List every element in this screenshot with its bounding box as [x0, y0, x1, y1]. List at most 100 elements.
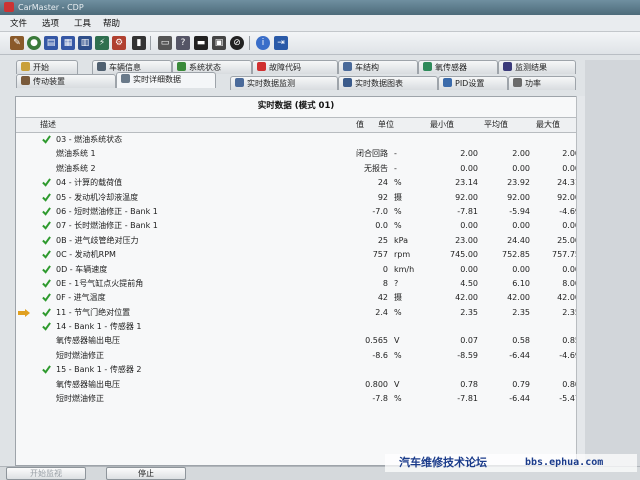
menu-tools[interactable]: 工具	[74, 17, 91, 29]
table-row[interactable]: 燃油系统 1 闭合回路 - 2.00 2.00 2.00	[16, 147, 580, 161]
live-detail-icon	[121, 74, 130, 83]
menu-file[interactable]: 文件	[10, 17, 27, 29]
table-row[interactable]: 15 - Bank 1 - 传感器 2	[16, 363, 576, 377]
row-max: 0.00	[562, 264, 580, 274]
row-min: 0.07	[460, 336, 478, 346]
tab-transmission[interactable]: 传动装置	[16, 74, 116, 88]
row-value: 无报告	[364, 163, 388, 173]
table-row[interactable]: 0F - 进气温度 42 摄 42.00 42.00 42.00	[16, 291, 580, 305]
table-row[interactable]: 14 - Bank 1 - 传感器 1	[16, 320, 576, 334]
document-icon[interactable]: ▤	[44, 36, 58, 50]
table-row[interactable]: 0D - 车辆速度 0 km/h 0.00 0.00 0.00	[16, 263, 580, 277]
row-value: -8.6	[372, 350, 388, 360]
row-unit: ?	[394, 278, 399, 288]
check-icon	[42, 293, 51, 303]
table-row[interactable]: 短时燃油修正 -8.6% -8.59 -6.44 -4.69	[16, 349, 580, 363]
row-description: 11 - 节气门绝对位置	[56, 307, 131, 317]
grid-icon[interactable]: ▥	[78, 36, 92, 50]
row-min: 0.00	[460, 264, 478, 274]
row-max: 0.80	[562, 379, 580, 389]
monitor-icon[interactable]: ▬	[194, 36, 208, 50]
table-row[interactable]: 03 - 燃油系统状态	[16, 133, 576, 147]
report-icon[interactable]: ▭	[158, 36, 172, 50]
row-min: 92.00	[455, 192, 478, 202]
tab-car-structure[interactable]: 车结构	[338, 60, 418, 74]
data-icon[interactable]: ▣	[212, 36, 226, 50]
oxygen-sensor-icon	[423, 62, 432, 71]
live-chart-icon	[343, 78, 352, 87]
tab-pid-settings[interactable]: PID设置	[438, 76, 508, 90]
row-max: 25.00	[557, 235, 580, 245]
exit-icon[interactable]: ⇥	[274, 36, 288, 50]
tab-oxygen-sensor[interactable]: 氧传感器	[418, 60, 498, 74]
stop-button[interactable]: 停止	[106, 467, 186, 480]
tab-monitor-results[interactable]: 监测结果	[498, 60, 576, 74]
menu-options[interactable]: 选项	[42, 17, 59, 29]
tab-live-chart[interactable]: 实时数据图表	[338, 76, 438, 90]
check-icon	[42, 322, 51, 331]
info-icon[interactable]: i	[256, 36, 270, 50]
row-max: 0.00	[562, 221, 580, 231]
row-value: 0.0	[375, 221, 388, 231]
row-description: 06 - 短时燃油修正 - Bank 1	[56, 206, 158, 216]
toolbar-separator	[150, 36, 151, 50]
table-row[interactable]: 07 - 长时燃油修正 - Bank 1 0.0% 0.00 0.00 0.00	[16, 219, 580, 233]
row-unit: %	[394, 350, 402, 360]
print-icon[interactable]: ▮	[132, 36, 146, 50]
live-data-panel: 实时数据 (模式 01) 描述 值 单位 最小值 平均值 最大值 03 - 燃油…	[15, 96, 580, 466]
table-row[interactable]: 氧传感器输出电压 0.800 V 0.78 0.79 0.80	[16, 378, 580, 392]
row-description: 14 - Bank 1 - 传感器 1	[56, 322, 142, 332]
tab-label: 功率	[525, 79, 541, 88]
calendar-icon[interactable]: ▦	[61, 36, 75, 50]
system-status-icon	[177, 62, 186, 71]
tab-label: 传动装置	[33, 77, 65, 86]
table-row[interactable]: 0B - 进气歧管绝对压力 25 kPa 23.00 24.40 25.00	[16, 234, 580, 248]
tab-fault-codes[interactable]: 故障代码	[252, 60, 338, 74]
row-avg: 92.00	[507, 192, 530, 202]
scrollbar[interactable]	[576, 96, 585, 464]
help-doc-icon[interactable]: ?	[176, 36, 190, 50]
row-description: 05 - 发动机冷却液温度	[56, 192, 139, 202]
window-title: CarMaster - CDP	[18, 3, 84, 12]
tools-icon[interactable]: ✎	[10, 36, 24, 50]
row-description: 氧传感器输出电压	[56, 336, 120, 346]
row-avg: 23.92	[507, 178, 530, 188]
table-row[interactable]: 氧传感器输出电压 0.565 V 0.07 0.58 0.85	[16, 334, 580, 348]
row-description: 04 - 计算的载荷值	[56, 178, 123, 188]
start-monitor-button[interactable]: 开始监视	[6, 467, 86, 480]
stop-icon[interactable]: ⊘	[230, 36, 244, 50]
row-max: 8.00	[562, 278, 580, 288]
table-row[interactable]: 短时燃油修正 -7.8% -7.81 -6.44 -5.47	[16, 392, 580, 406]
warning-icon	[257, 62, 266, 71]
tab-power[interactable]: 功率	[508, 76, 576, 90]
row-avg: 0.00	[512, 163, 530, 173]
row-description: 0C - 发动机RPM	[56, 250, 116, 260]
table-row[interactable]: 0E - 1号气缸点火提前角 8? 4.50 6.10 8.00	[16, 277, 580, 291]
row-avg: -6.44	[509, 394, 530, 404]
row-min: 23.00	[455, 235, 478, 245]
table-row[interactable]: 0C - 发动机RPM 757 rpm 745.00 752.85 757.75	[16, 248, 580, 262]
row-unit: %	[394, 394, 402, 404]
table-row[interactable]: 06 - 短时燃油修正 - Bank 1 -7.0% -7.81 -5.94 -4.69	[16, 205, 580, 219]
table-row[interactable]: 燃油系统 2 无报告 - 0.00 0.00 0.00	[16, 162, 580, 176]
settings-icon[interactable]: ⚙	[112, 36, 126, 50]
row-value: 8	[382, 278, 388, 288]
check-icon	[42, 264, 51, 274]
tab-label: 车结构	[355, 63, 379, 72]
globe-icon[interactable]: ●	[27, 36, 41, 50]
row-description: 燃油系统 1	[56, 149, 96, 159]
tab-start[interactable]: 开始	[16, 60, 78, 74]
table-row[interactable]: 05 - 发动机冷却液温度 92 摄 92.00 92.00 92.00	[16, 191, 580, 205]
tab-live-monitor[interactable]: 实时数据监测	[230, 76, 338, 90]
table-row[interactable]: 04 - 计算的载荷值 24% 23.14 23.92 24.31	[16, 176, 580, 190]
row-max: 24.31	[557, 178, 580, 188]
row-description: 0E - 1号气缸点火提前角	[56, 278, 144, 288]
table-row[interactable]: 11 - 节气门绝对位置 2.4% 2.35 2.35 2.35	[16, 306, 580, 320]
header-max: 最大值	[536, 120, 560, 129]
connector-icon[interactable]: ⚡	[95, 36, 109, 50]
tab-live-detail[interactable]: 实时详细数据	[116, 72, 216, 88]
tab-label: PID设置	[455, 79, 485, 88]
check-icon	[42, 250, 51, 259]
row-unit: -	[394, 163, 397, 173]
menu-help[interactable]: 帮助	[103, 17, 120, 29]
